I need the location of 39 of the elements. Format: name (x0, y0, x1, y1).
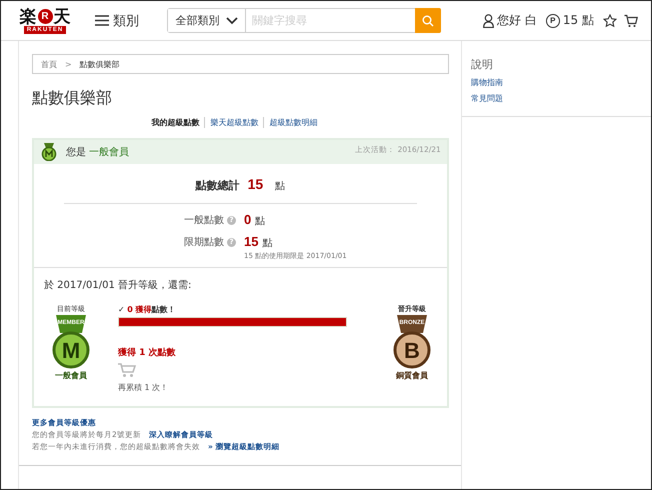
page-title: 點數俱樂部 (32, 88, 113, 109)
user-icon[interactable] (483, 14, 494, 28)
total-points: 15 (248, 176, 264, 192)
category-dropdown[interactable]: 全部類別 (168, 9, 246, 32)
star-icon[interactable] (602, 14, 617, 28)
level-name: 一般會員 (55, 370, 87, 381)
menu-icon (95, 15, 109, 26)
tab[interactable]: 超級點數明細 (264, 117, 322, 128)
points-count[interactable]: 15 點 (562, 12, 594, 29)
upgrade-requirement: 於 2017/01/01 晉升等級，還需: (44, 278, 192, 292)
member-status: 您是 一般會員 (66, 146, 130, 159)
points-value: 15 (244, 234, 258, 249)
sidebar-link[interactable]: 購物指南 (470, 77, 651, 88)
cart-icon[interactable] (624, 14, 638, 28)
points-unit: 點 (262, 238, 272, 249)
points-value: 0 (244, 212, 252, 227)
total-label: 點數總計 (196, 178, 240, 193)
user-greeting[interactable]: 您好 白 (497, 12, 537, 29)
category-menu-button[interactable]: 類別 (95, 12, 139, 30)
goal-text: 獲得 1 次點數 (118, 346, 176, 359)
breadcrumb-item[interactable]: 首頁 (41, 58, 57, 70)
points-label: 一般點數 (184, 214, 224, 227)
sidebar-heading: 說明 (470, 57, 494, 72)
cart-icon (118, 363, 136, 378)
points-unit: 點 (275, 180, 286, 193)
breadcrumb-item: 點數俱樂部 (80, 58, 120, 70)
search-icon (422, 14, 434, 26)
level-name: 銅質會員 (396, 370, 428, 381)
medal-icon (41, 143, 57, 161)
points-label: 限期點數 (184, 236, 224, 249)
tab[interactable]: 樂天超級點數 (205, 117, 264, 128)
goal-text: ✓ 0 獲得點數！ (118, 304, 177, 315)
sidebar-link[interactable]: 常見問題 (470, 93, 651, 104)
tab[interactable]: 我的超級點數 (146, 117, 204, 128)
points-icon: P (546, 14, 560, 28)
breadcrumb-separator: > (65, 60, 72, 68)
points-unit: 點 (255, 216, 266, 227)
remaining-text: 再累積 1 次！ (118, 382, 168, 393)
chevron-down-icon (226, 16, 238, 24)
